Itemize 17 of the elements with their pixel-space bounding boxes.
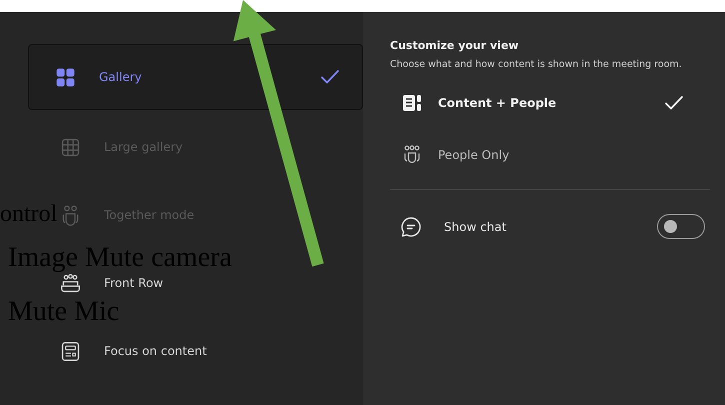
people-icon bbox=[402, 144, 422, 165]
toggle-switch[interactable] bbox=[657, 214, 705, 240]
view-option[interactable]: Focus on content bbox=[104, 342, 207, 360]
layout-option[interactable]: Content + People bbox=[390, 76, 710, 129]
checkmark-icon bbox=[664, 94, 684, 111]
section-title: Customize your view bbox=[390, 38, 520, 54]
layout-option[interactable]: People Only bbox=[390, 128, 710, 181]
show-chat-label: Show chat bbox=[444, 218, 506, 236]
view-option[interactable]: Front Row bbox=[104, 274, 164, 292]
chat-icon bbox=[400, 216, 422, 238]
checkmark-icon bbox=[320, 69, 340, 85]
layout-icon bbox=[59, 340, 82, 362]
view-option[interactable]: Gallery bbox=[99, 68, 142, 86]
section-description: Choose what and how content is shown in the meeting room. bbox=[390, 58, 683, 72]
gallery-icon bbox=[54, 66, 77, 88]
layout-icon bbox=[402, 92, 422, 113]
front-row-icon bbox=[59, 272, 82, 294]
